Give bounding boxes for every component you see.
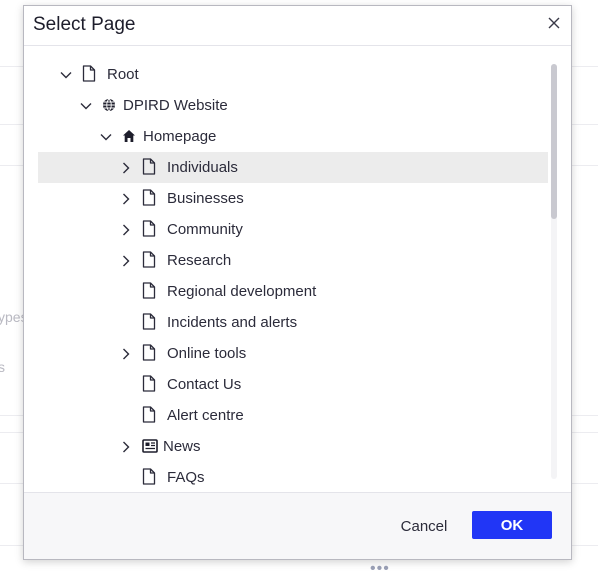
page-icon	[142, 313, 156, 330]
chevron-down-icon[interactable]	[99, 130, 113, 144]
tree-node[interactable]: Research	[38, 245, 548, 276]
tree-node-label: Community	[167, 221, 243, 238]
tree-node[interactable]: Regional development	[38, 276, 548, 307]
dialog-title: Select Page	[33, 14, 136, 35]
tree-node-label: Online tools	[167, 345, 247, 362]
tree-node-label: FAQs	[167, 469, 205, 486]
page-icon	[82, 65, 96, 82]
chevron-right-icon[interactable]	[119, 254, 133, 268]
tree-node-label: DPIRD Website	[123, 97, 228, 114]
dialog-header: Select Page	[24, 6, 571, 46]
tree-node-label: Research	[167, 252, 232, 269]
tree-node[interactable]: Online tools	[38, 338, 548, 369]
tree-node-label: Individuals	[167, 159, 238, 176]
tree-node-label: Root	[107, 66, 139, 83]
tree-node-label: News	[163, 438, 201, 455]
page-icon	[142, 158, 156, 175]
tree-node-label: Businesses	[167, 190, 244, 207]
select-page-dialog: Select Page Root DPIRD Website Homepage Ind…	[23, 5, 572, 560]
page-icon	[142, 220, 156, 237]
chevron-right-icon[interactable]	[119, 347, 133, 361]
tree-node[interactable]: FAQs	[38, 462, 548, 493]
tree-node[interactable]: Homepage	[38, 121, 548, 152]
news-icon	[142, 439, 158, 456]
scrollbar[interactable]	[551, 64, 557, 479]
chevron-down-icon[interactable]	[59, 68, 73, 82]
chevron-right-icon[interactable]	[119, 192, 133, 206]
page-icon	[142, 344, 156, 361]
page-icon	[142, 189, 156, 206]
cancel-button[interactable]: Cancel	[392, 512, 456, 540]
tree-node-label: Contact Us	[167, 376, 242, 393]
page-tree: Root DPIRD Website Homepage Individuals Busi…	[24, 46, 571, 493]
home-icon	[122, 129, 136, 146]
tree-node-label: Regional development	[167, 283, 317, 300]
tree-node[interactable]: Root	[38, 59, 548, 90]
page-icon	[142, 282, 156, 299]
ok-button[interactable]: OK	[472, 511, 552, 539]
globe-icon	[102, 98, 116, 115]
tree-node-label: Incidents and alerts	[167, 314, 298, 331]
close-button[interactable]	[545, 14, 563, 32]
tree-node[interactable]: Contact Us	[38, 369, 548, 400]
tree-node[interactable]: Businesses	[38, 183, 548, 214]
scrollbar-thumb[interactable]	[551, 64, 557, 219]
close-icon	[548, 17, 560, 29]
page-icon	[142, 406, 156, 423]
page-icon	[142, 251, 156, 268]
chevron-right-icon[interactable]	[119, 161, 133, 175]
bg-text: s	[0, 359, 5, 375]
chevron-down-icon[interactable]	[79, 99, 93, 113]
tree-node[interactable]: Community	[38, 214, 548, 245]
dialog-footer: Cancel OK	[24, 492, 571, 559]
tree-node[interactable]: DPIRD Website	[38, 90, 548, 121]
tree-node-label: Homepage	[143, 128, 217, 145]
tree-node[interactable]: News	[38, 431, 548, 462]
tree-node[interactable]: Individuals	[38, 152, 548, 183]
page-icon	[142, 375, 156, 392]
tree-node[interactable]: Alert centre	[38, 400, 548, 431]
page-icon	[142, 468, 156, 485]
tree-node-label: Alert centre	[167, 407, 244, 424]
tree-node[interactable]: Incidents and alerts	[38, 307, 548, 338]
more-icon: •••	[370, 560, 390, 577]
chevron-right-icon[interactable]	[119, 223, 133, 237]
chevron-right-icon[interactable]	[119, 440, 133, 454]
